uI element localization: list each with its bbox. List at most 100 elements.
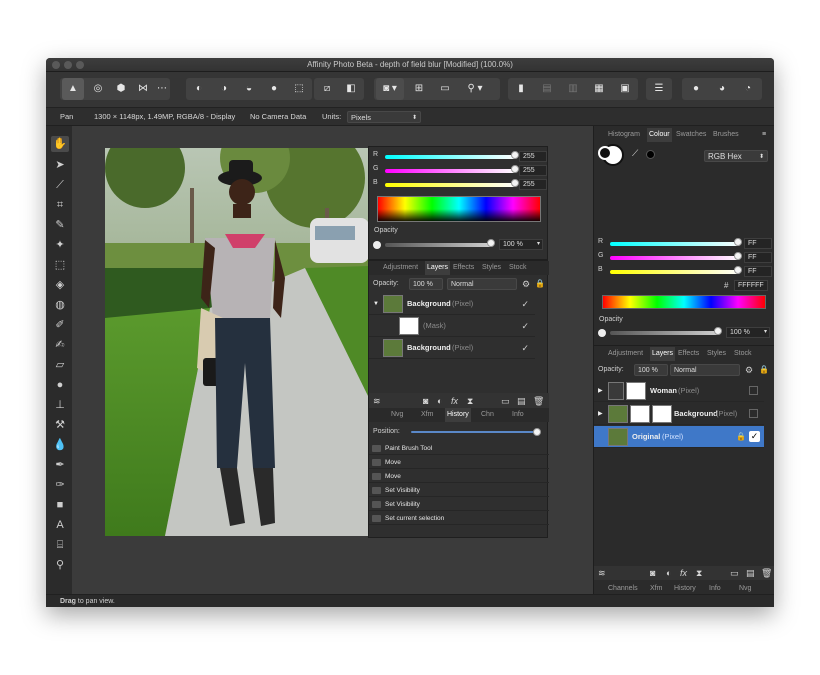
- green-slider-knob[interactable]: [511, 165, 519, 173]
- gear-icon[interactable]: ⚙: [745, 362, 753, 378]
- g-hex-field[interactable]: FF: [744, 252, 772, 263]
- history-item[interactable]: Set Visibility: [369, 498, 549, 511]
- history-item[interactable]: Set Visibility: [369, 484, 549, 497]
- tab-swatches[interactable]: Swatches: [676, 128, 706, 142]
- tab-styles[interactable]: Styles: [482, 261, 501, 275]
- fx-icon[interactable]: fx: [451, 393, 458, 409]
- red-value-field[interactable]: 255: [519, 151, 547, 162]
- assistant-icon[interactable]: ⚲ ▾: [460, 78, 490, 100]
- text-tool-icon[interactable]: A: [53, 518, 67, 532]
- secondary-colour-well[interactable]: [598, 146, 612, 160]
- units-select[interactable]: Pixels ⬍: [347, 111, 421, 123]
- layers-stack-icon[interactable]: ≋: [598, 566, 606, 580]
- disclosure-triangle-icon[interactable]: ▶: [598, 380, 603, 402]
- history-position-slider[interactable]: [411, 431, 535, 433]
- auto-levels-icon[interactable]: ◐: [188, 78, 210, 100]
- gear-icon[interactable]: ⚙: [522, 276, 530, 292]
- visibility-check-icon[interactable]: ✓: [521, 293, 529, 315]
- colour-picker-tool-icon[interactable]: ⟋: [53, 178, 67, 192]
- blend-mode-select[interactable]: Normal: [670, 364, 740, 376]
- layer-opacity-select[interactable]: 100 %: [634, 364, 668, 376]
- pan-tool-icon[interactable]: ✋: [51, 136, 69, 152]
- mesh-warp-tool-icon[interactable]: ⌸: [53, 538, 67, 552]
- minimize-window-button[interactable]: [64, 61, 72, 69]
- add-group-icon[interactable]: ▭: [501, 393, 510, 409]
- g-slider[interactable]: [610, 256, 740, 260]
- document-photo[interactable]: [105, 148, 369, 536]
- red-slider[interactable]: [385, 155, 515, 159]
- blur-brush-tool-icon[interactable]: 💧: [53, 438, 67, 452]
- hex-value-field[interactable]: FFFFFF: [734, 280, 768, 291]
- opacity-slider-knob[interactable]: [714, 327, 722, 335]
- tab-layers[interactable]: Layers: [425, 261, 451, 275]
- move-back-icon[interactable]: ▥: [562, 78, 584, 100]
- shape-tool-icon[interactable]: ■: [53, 498, 67, 512]
- move-tool-icon[interactable]: ➤: [53, 158, 67, 172]
- add-mask-icon[interactable]: ◙: [650, 566, 655, 580]
- move-to-front-icon[interactable]: ▮: [510, 78, 532, 100]
- paint-brush-tool-icon[interactable]: ✐: [53, 318, 67, 332]
- disclosure-triangle-icon[interactable]: ▼: [373, 293, 379, 315]
- add-layer-icon[interactable]: ▤: [746, 566, 755, 580]
- picked-colour-swatch[interactable]: [646, 150, 655, 159]
- flood-fill-tool-icon[interactable]: ◈: [53, 278, 67, 292]
- crop-tool-icon[interactable]: ⌗: [53, 198, 67, 212]
- export-persona-icon[interactable]: ⋯: [154, 78, 170, 100]
- auto-white-balance-icon[interactable]: ●: [263, 78, 285, 100]
- zoom-window-button[interactable]: [76, 61, 84, 69]
- tab-effects[interactable]: Effects: [678, 347, 699, 361]
- inpainting-tool-icon[interactable]: ⊥: [53, 398, 67, 412]
- dodge-brush-tool-icon[interactable]: ●: [53, 378, 67, 392]
- boolean-intersect-icon[interactable]: ◔: [736, 78, 760, 100]
- opacity-slider[interactable]: [385, 243, 491, 247]
- green-value-field[interactable]: 255: [519, 165, 547, 176]
- lock-icon[interactable]: 🔒: [535, 276, 545, 292]
- tab-brushes[interactable]: Brushes: [713, 128, 739, 142]
- move-to-back-icon[interactable]: ▦: [588, 78, 610, 100]
- layer-row-background[interactable]: ▶ Background (Pixel): [594, 403, 764, 425]
- selection-marquee-icon[interactable]: ⬚: [288, 78, 310, 100]
- layer-row-original-selected[interactable]: Original (Pixel) 🔒 ✓: [594, 426, 764, 448]
- add-layer-icon[interactable]: ▤: [517, 393, 526, 409]
- boolean-add-icon[interactable]: ●: [684, 78, 708, 100]
- blue-slider-knob[interactable]: [511, 179, 519, 187]
- g-slider-knob[interactable]: [734, 252, 742, 260]
- boolean-subtract-icon[interactable]: ◕: [710, 78, 734, 100]
- tab-xfm[interactable]: Xfm: [421, 408, 433, 422]
- adjustment-icon[interactable]: ◐: [437, 393, 442, 409]
- gradient-tool-icon[interactable]: ◍: [53, 298, 67, 312]
- live-filter-icon[interactable]: ⧗: [696, 566, 702, 580]
- tab-info[interactable]: Info: [512, 408, 524, 422]
- layer-opacity-select[interactable]: 100 %: [409, 278, 443, 290]
- disclosure-triangle-icon[interactable]: ▶: [598, 403, 603, 425]
- colour-spectrum[interactable]: [377, 196, 541, 222]
- b-slider-knob[interactable]: [734, 266, 742, 274]
- quick-mask-icon[interactable]: ◙ ▾: [376, 78, 404, 100]
- tab-adjustment[interactable]: Adjustment: [383, 261, 418, 275]
- r-slider-knob[interactable]: [734, 238, 742, 246]
- layer-row[interactable]: ▼ Background (Pixel) ✓: [369, 293, 535, 315]
- tab-stock[interactable]: Stock: [509, 261, 527, 275]
- photo-persona-icon[interactable]: ▲: [62, 78, 84, 100]
- add-mask-icon[interactable]: ◙: [423, 393, 428, 409]
- add-group-icon[interactable]: ▭: [730, 566, 739, 580]
- move-forward-icon[interactable]: ▤: [536, 78, 558, 100]
- auto-colour-icon[interactable]: ◒: [238, 78, 260, 100]
- visibility-check-icon[interactable]: ✓: [521, 315, 529, 337]
- r-hex-field[interactable]: FF: [744, 238, 772, 249]
- liquify-persona-icon[interactable]: ◎: [87, 78, 109, 100]
- blue-slider[interactable]: [385, 183, 515, 187]
- r-slider[interactable]: [610, 242, 740, 246]
- marquee-tool-icon[interactable]: ⬚: [53, 258, 67, 272]
- eyedropper-icon[interactable]: ⟋: [632, 148, 638, 159]
- tab-styles[interactable]: Styles: [707, 347, 726, 361]
- layer-row-woman[interactable]: ▶ Woman (Pixel): [594, 380, 764, 402]
- layer-row[interactable]: Background (Pixel) ✓: [369, 337, 535, 359]
- tab-effects[interactable]: Effects: [453, 261, 474, 275]
- pen-tool-icon[interactable]: ✑: [53, 478, 67, 492]
- zoom-tool-icon[interactable]: ⚲: [53, 558, 67, 572]
- selection-brush-tool-icon[interactable]: ✎: [53, 218, 67, 232]
- tab-adjustment[interactable]: Adjustment: [608, 347, 643, 361]
- colour-model-select[interactable]: RGB Hex ⬍: [704, 150, 768, 162]
- tab-history[interactable]: History: [445, 408, 471, 422]
